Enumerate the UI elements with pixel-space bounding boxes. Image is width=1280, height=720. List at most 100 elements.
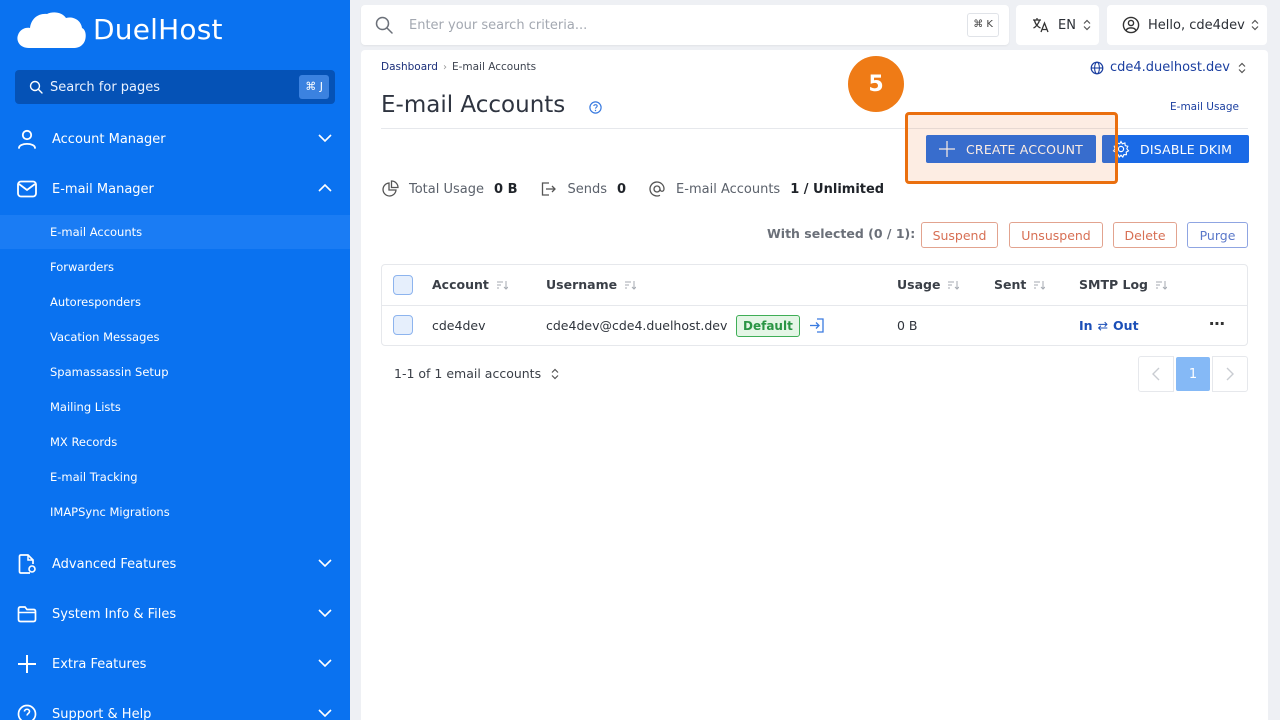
sort-icon bbox=[625, 280, 637, 290]
language-selector[interactable]: EN bbox=[1016, 5, 1099, 45]
previous-page-button[interactable] bbox=[1138, 356, 1174, 392]
sort-icon bbox=[496, 280, 508, 290]
smtp-in-link[interactable]: In bbox=[1079, 318, 1093, 333]
sort-icon bbox=[1034, 280, 1046, 290]
next-page-button[interactable] bbox=[1212, 356, 1248, 392]
mail-icon bbox=[17, 180, 37, 198]
column-header-username[interactable]: Username bbox=[546, 277, 637, 292]
logo[interactable]: DuelHost bbox=[15, 8, 223, 50]
sidebar: DuelHost Search for pages ⌘ J Account Ma… bbox=[0, 0, 350, 720]
sidebar-item-email-tracking[interactable]: E-mail Tracking bbox=[0, 460, 350, 494]
sort-icon bbox=[1155, 280, 1167, 290]
select-all-checkbox[interactable] bbox=[393, 275, 413, 295]
email-accounts-table: Account Username Usage Sent SMTP Log cde… bbox=[381, 264, 1248, 346]
email-accounts-label: E-mail Accounts bbox=[676, 181, 781, 197]
sidebar-section-email-manager[interactable]: E-mail Manager bbox=[0, 166, 350, 212]
sidebar-section-label: Advanced Features bbox=[52, 556, 177, 572]
column-header-sent[interactable]: Sent bbox=[994, 277, 1046, 292]
email-usage-link[interactable]: E-mail Usage bbox=[1170, 101, 1239, 113]
sidebar-search-label: Search for pages bbox=[50, 79, 161, 95]
default-badge: Default bbox=[736, 315, 800, 337]
send-out-icon bbox=[542, 182, 557, 196]
chevron-updown-icon bbox=[1238, 62, 1246, 73]
chevron-down-icon bbox=[318, 709, 332, 718]
sidebar-item-spamassassin-setup[interactable]: Spamassassin Setup bbox=[0, 355, 350, 389]
sidebar-section-advanced-features[interactable]: Advanced Features bbox=[0, 541, 350, 587]
page-button-1[interactable]: 1 bbox=[1176, 357, 1210, 391]
chevron-up-icon bbox=[318, 183, 332, 192]
at-sign-icon bbox=[649, 181, 665, 197]
sidebar-item-mx-records[interactable]: MX Records bbox=[0, 425, 350, 459]
pie-chart-icon bbox=[382, 180, 399, 197]
sort-icon bbox=[948, 280, 960, 290]
chevron-down-icon bbox=[318, 659, 332, 668]
cell-usage: 0 B bbox=[897, 318, 918, 333]
sidebar-section-account-manager[interactable]: Account Manager bbox=[0, 116, 350, 162]
smtp-out-link[interactable]: Out bbox=[1113, 318, 1139, 333]
sidebar-section-label: E-mail Manager bbox=[52, 181, 154, 197]
sidebar-item-autoresponders[interactable]: Autoresponders bbox=[0, 285, 350, 319]
sidebar-search[interactable]: Search for pages ⌘ J bbox=[15, 70, 335, 104]
pagination-info-label: 1-1 of 1 email accounts bbox=[394, 366, 542, 381]
cell-username: cde4dev@cde4.duelhost.dev bbox=[546, 318, 728, 333]
column-header-label: SMTP Log bbox=[1079, 277, 1148, 292]
sends-label: Sends bbox=[567, 181, 607, 197]
sidebar-item-forwarders[interactable]: Forwarders bbox=[0, 250, 350, 284]
sidebar-item-email-accounts[interactable]: E-mail Accounts bbox=[0, 215, 350, 249]
disable-dkim-label: DISABLE DKIM bbox=[1140, 141, 1233, 157]
user-menu[interactable]: Hello, cde4dev bbox=[1107, 5, 1267, 45]
with-selected-label: With selected (0 / 1): bbox=[767, 226, 916, 241]
chevron-updown-icon bbox=[1083, 19, 1091, 31]
purge-button[interactable]: Purge bbox=[1187, 222, 1248, 248]
more-options-icon[interactable]: ⋯ bbox=[1209, 314, 1226, 333]
row-checkbox[interactable] bbox=[393, 315, 413, 335]
column-header-account[interactable]: Account bbox=[432, 277, 508, 292]
column-header-label: Usage bbox=[897, 277, 941, 292]
column-header-label: Sent bbox=[994, 277, 1027, 292]
column-header-usage[interactable]: Usage bbox=[897, 277, 960, 292]
sidebar-section-label: System Info & Files bbox=[52, 606, 177, 622]
user-greeting: Hello, cde4dev bbox=[1148, 17, 1245, 33]
breadcrumb-dashboard[interactable]: Dashboard bbox=[381, 61, 438, 73]
unsuspend-button[interactable]: Unsuspend bbox=[1009, 222, 1103, 248]
total-usage-label: Total Usage bbox=[409, 181, 484, 197]
chevron-left-icon bbox=[1152, 367, 1160, 381]
domain-selector[interactable]: cde4.duelhost.dev bbox=[1090, 60, 1246, 75]
total-usage-value: 0 B bbox=[494, 181, 518, 197]
delete-button[interactable]: Delete bbox=[1113, 222, 1177, 248]
column-header-label: Account bbox=[432, 277, 489, 292]
document-settings-icon bbox=[18, 554, 36, 574]
global-search-input[interactable] bbox=[409, 13, 929, 37]
help-circle-icon[interactable] bbox=[589, 101, 602, 114]
user-circle-icon bbox=[1122, 16, 1140, 34]
sidebar-section-extra-features[interactable]: Extra Features bbox=[0, 641, 350, 687]
sidebar-item-imapsync-migrations[interactable]: IMAPSync Migrations bbox=[0, 495, 350, 529]
pagination-info[interactable]: 1-1 of 1 email accounts bbox=[394, 366, 559, 381]
suspend-button[interactable]: Suspend bbox=[921, 222, 998, 248]
sidebar-section-system-info-files[interactable]: System Info & Files bbox=[0, 591, 350, 637]
sidebar-item-mailing-lists[interactable]: Mailing Lists bbox=[0, 390, 350, 424]
column-header-label: Username bbox=[546, 277, 618, 292]
help-icon bbox=[17, 704, 37, 720]
global-search[interactable]: ⌘ K bbox=[361, 5, 1009, 45]
table-row: cde4dev cde4dev@cde4.duelhost.dev Defaul… bbox=[382, 306, 1247, 346]
translate-icon bbox=[1033, 18, 1049, 33]
domain-value: cde4.duelhost.dev bbox=[1109, 60, 1230, 75]
breadcrumb-current: E-mail Accounts bbox=[451, 61, 537, 73]
cell-account: cde4dev bbox=[432, 318, 486, 333]
disable-dkim-button[interactable]: DISABLE DKIM bbox=[1102, 135, 1249, 163]
sidebar-item-vacation-messages[interactable]: Vacation Messages bbox=[0, 320, 350, 354]
sidebar-section-support-help[interactable]: Support & Help bbox=[0, 691, 350, 720]
cell-smtp-log: In ⇄ Out bbox=[1079, 318, 1139, 333]
global-search-shortcut: ⌘ K bbox=[967, 13, 999, 37]
main-content: Dashboard › E-mail Accounts cde4.duelhos… bbox=[361, 50, 1268, 720]
language-value: EN bbox=[1058, 17, 1076, 33]
login-icon[interactable] bbox=[808, 317, 825, 334]
breadcrumb-separator-icon: › bbox=[442, 61, 447, 73]
step-highlight-box bbox=[905, 112, 1118, 184]
globe-icon bbox=[1090, 61, 1104, 74]
sidebar-section-label: Support & Help bbox=[52, 706, 152, 720]
sends-value: 0 bbox=[617, 181, 627, 197]
chevron-down-icon bbox=[318, 609, 332, 618]
column-header-smtp-log[interactable]: SMTP Log bbox=[1079, 277, 1167, 292]
